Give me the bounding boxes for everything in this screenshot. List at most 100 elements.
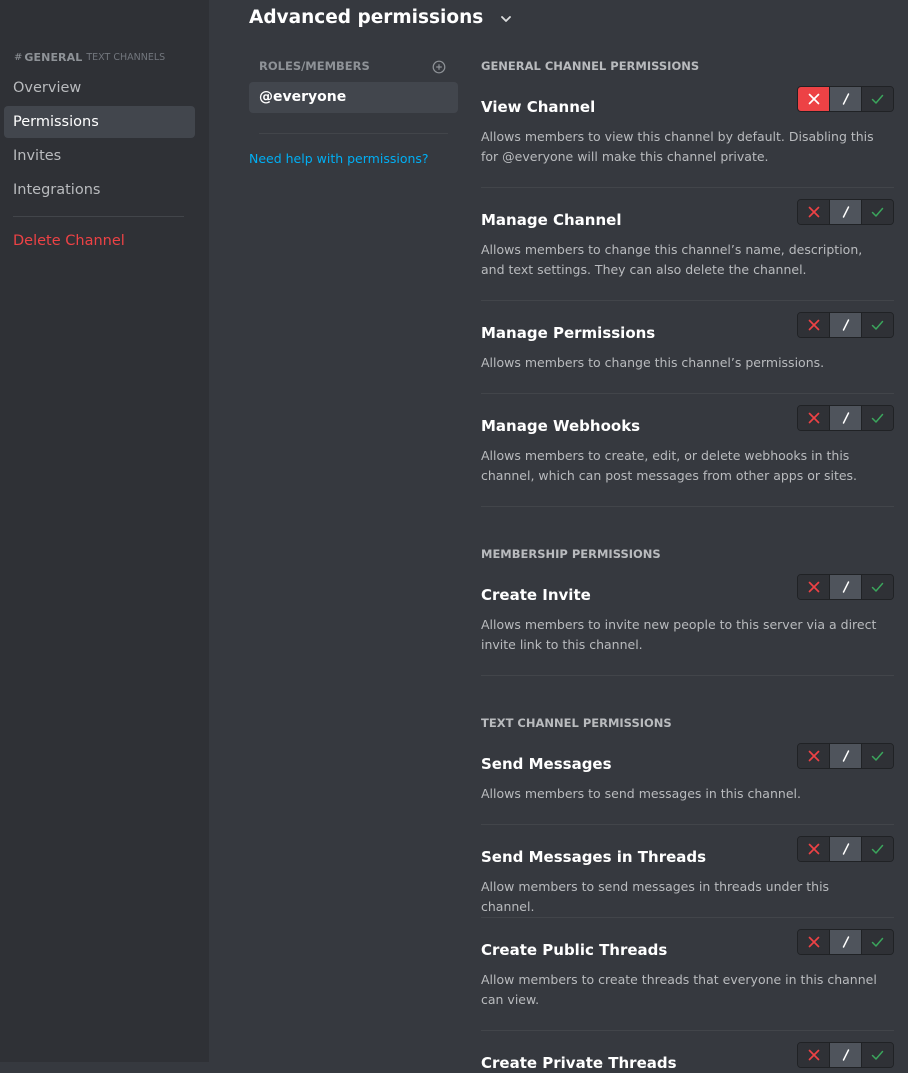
permission-divider <box>481 917 894 918</box>
checkmark-icon <box>871 582 884 592</box>
section-heading-text-channel: TEXT CHANNEL PERMISSIONS <box>481 716 672 730</box>
permission-name: Send Messages <box>481 755 612 773</box>
checkmark-icon <box>871 937 884 947</box>
checkmark-icon <box>871 751 884 761</box>
permission-description: Allows members to change this channel’s … <box>481 355 825 370</box>
roles-heading: ROLES/MEMBERS <box>259 59 370 73</box>
permission-description: Allows members to send messages in this … <box>481 786 801 801</box>
permission-divider <box>481 187 894 188</box>
role-item-everyone[interactable]: @everyone <box>249 82 458 113</box>
permission-name: Create Public Threads <box>481 941 668 959</box>
permission-toggle <box>797 929 894 955</box>
close-icon <box>808 843 819 855</box>
delete-channel-button[interactable]: Delete Channel <box>4 225 195 257</box>
neutral-button[interactable] <box>829 200 862 224</box>
slash-icon <box>842 581 849 593</box>
close-icon <box>808 750 819 762</box>
allow-button[interactable] <box>862 837 893 861</box>
allow-button[interactable] <box>862 575 893 599</box>
permission-name: Manage Permissions <box>481 324 656 342</box>
slash-icon <box>842 93 849 105</box>
permission-toggle <box>797 836 894 862</box>
slash-icon <box>842 1049 849 1061</box>
page-title[interactable]: Advanced permissions <box>249 4 513 30</box>
add-role-icon[interactable] <box>432 59 446 74</box>
close-icon <box>808 206 819 218</box>
permission-description: Allow members to create threads that eve… <box>481 972 877 1007</box>
slash-icon <box>842 319 849 331</box>
sidebar-divider <box>13 216 184 217</box>
close-icon <box>808 412 819 424</box>
slash-icon <box>842 412 849 424</box>
deny-button[interactable] <box>798 87 829 111</box>
page-title-text: Advanced permissions <box>249 6 484 28</box>
permission-description: Allow members to send messages in thread… <box>481 879 830 914</box>
neutral-button[interactable] <box>829 575 862 599</box>
checkmark-icon <box>871 94 884 104</box>
permission-name: Create Invite <box>481 586 591 604</box>
permission-toggle <box>797 312 894 338</box>
sidebar-item-invites[interactable]: Invites <box>4 140 195 172</box>
section-heading-membership: MEMBERSHIP PERMISSIONS <box>481 547 661 561</box>
deny-button[interactable] <box>798 930 829 954</box>
deny-button[interactable] <box>798 406 829 430</box>
allow-button[interactable] <box>862 200 893 224</box>
permission-name: View Channel <box>481 98 596 116</box>
allow-button[interactable] <box>862 313 893 337</box>
permission-name: Manage Channel <box>481 211 622 229</box>
section-heading-general: GENERAL CHANNEL PERMISSIONS <box>481 59 700 73</box>
deny-button[interactable] <box>798 200 829 224</box>
slash-icon <box>842 843 849 855</box>
deny-button[interactable] <box>798 1043 829 1067</box>
permission-description: Allows members to create, edit, or delet… <box>481 448 858 483</box>
neutral-button[interactable] <box>829 744 862 768</box>
close-icon <box>808 1049 819 1061</box>
section-divider <box>481 506 894 507</box>
allow-button[interactable] <box>862 930 893 954</box>
checkmark-icon <box>871 207 884 217</box>
allow-button[interactable] <box>862 406 893 430</box>
text-channel-icon: # <box>14 51 23 63</box>
permission-description: Allows members to view this channel by d… <box>481 129 874 164</box>
permission-name: Create Private Threads <box>481 1054 677 1072</box>
neutral-button[interactable] <box>829 313 862 337</box>
permissions-panel: GENERAL CHANNEL PERMISSIONS View Channel… <box>481 0 894 1072</box>
permission-toggle <box>797 86 894 112</box>
neutral-button[interactable] <box>829 406 862 430</box>
permission-description: Allows members to invite new people to t… <box>481 617 877 652</box>
permission-toggle <box>797 574 894 600</box>
slash-icon <box>842 936 849 948</box>
deny-button[interactable] <box>798 744 829 768</box>
allow-button[interactable] <box>862 1043 893 1067</box>
permission-name: Manage Webhooks <box>481 417 641 435</box>
allow-button[interactable] <box>862 744 893 768</box>
neutral-button[interactable] <box>829 837 862 861</box>
deny-button[interactable] <box>798 837 829 861</box>
permission-description: Allows members to change this channel’s … <box>481 242 863 277</box>
permission-divider <box>481 300 894 301</box>
permission-toggle <box>797 743 894 769</box>
close-icon <box>808 319 819 331</box>
sidebar-item-overview[interactable]: Overview <box>4 72 195 104</box>
neutral-button[interactable] <box>829 930 862 954</box>
permission-name: Send Messages in Threads <box>481 848 707 866</box>
neutral-button[interactable] <box>829 87 862 111</box>
permission-toggle <box>797 405 894 431</box>
permission-divider <box>481 1030 894 1031</box>
deny-button[interactable] <box>798 575 829 599</box>
neutral-button[interactable] <box>829 1043 862 1067</box>
channel-name: GENERAL <box>24 50 83 64</box>
allow-button[interactable] <box>862 87 893 111</box>
close-icon <box>808 93 819 105</box>
sidebar-item-integrations[interactable]: Integrations <box>4 174 195 206</box>
section-divider <box>481 675 894 676</box>
permission-divider <box>481 824 894 825</box>
deny-button[interactable] <box>798 313 829 337</box>
checkmark-icon <box>871 413 884 423</box>
help-link[interactable]: Need help with permissions? <box>249 150 429 168</box>
checkmark-icon <box>871 320 884 330</box>
slash-icon <box>842 750 849 762</box>
sidebar-item-permissions[interactable]: Permissions <box>4 106 195 138</box>
roles-divider <box>259 133 448 134</box>
close-icon <box>808 936 819 948</box>
